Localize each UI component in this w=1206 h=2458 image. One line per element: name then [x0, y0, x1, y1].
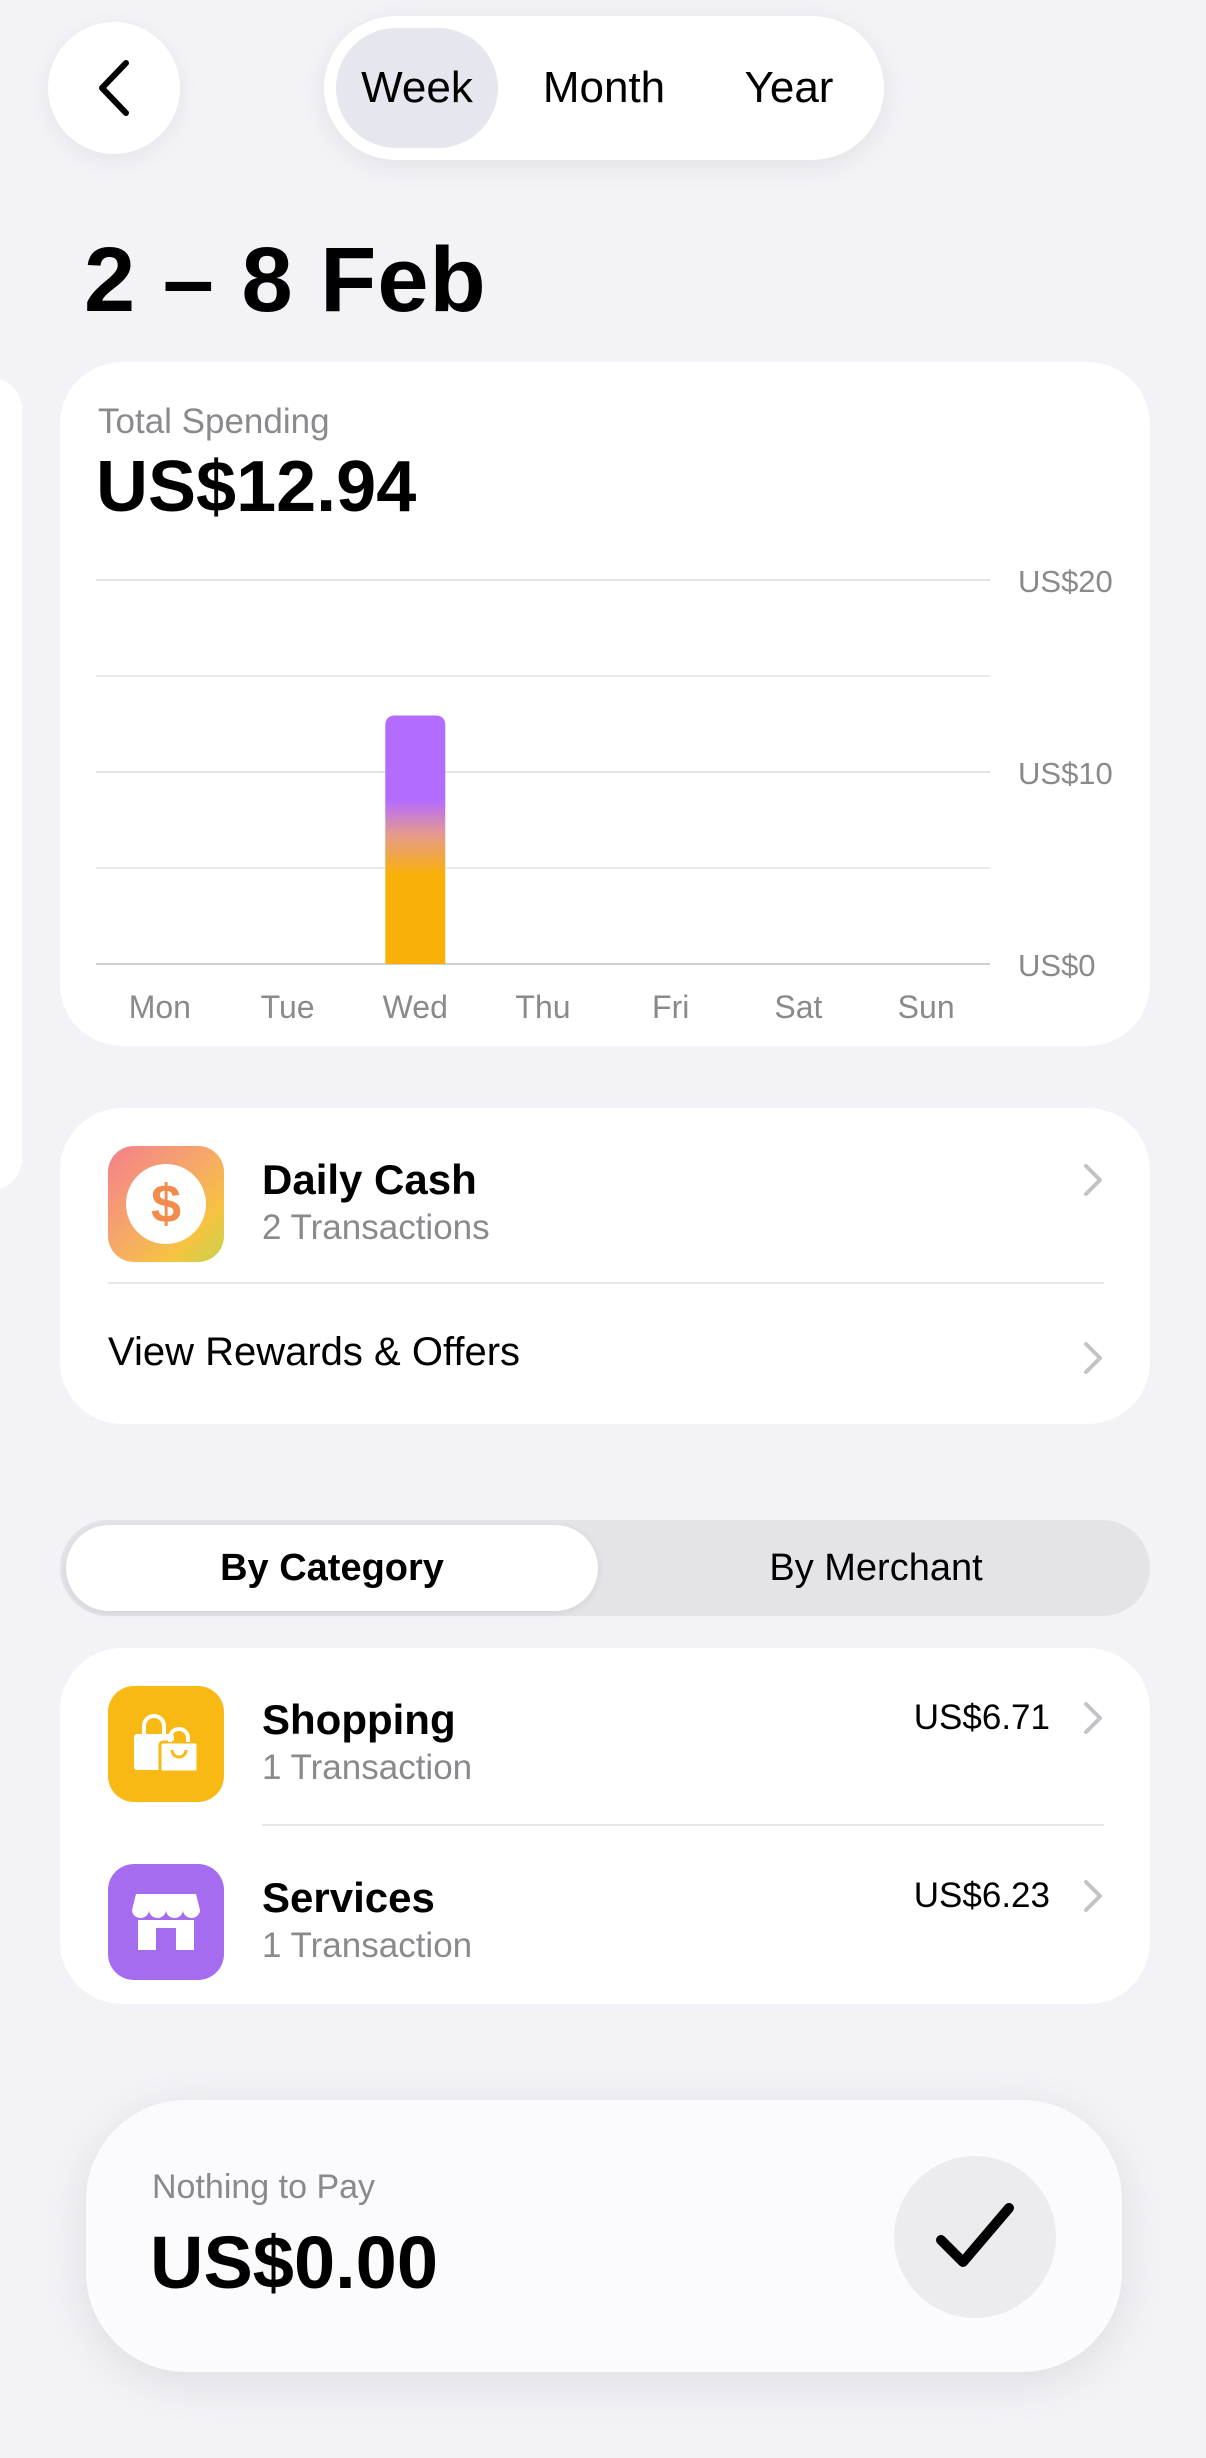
category-amount: US$6.23 [913, 1876, 1050, 1915]
tab-by-merchant[interactable]: By Merchant [608, 1525, 1144, 1611]
daily-cash-card: $ Daily Cash 2 Transactions View Rewards… [60, 1108, 1150, 1424]
chart-x-tick-label: Mon [129, 989, 191, 1025]
chart-bar-wed[interactable] [385, 715, 446, 964]
checkmark-icon [936, 2203, 1014, 2267]
total-spending-card[interactable]: Total Spending US$12.94 US$0 US$10 US$20 M… [60, 362, 1150, 1046]
category-subtitle: 1 Transaction [262, 1748, 473, 1787]
date-range-title: 2 – 8 Feb [84, 229, 487, 331]
chart-x-tick-label: Wed [383, 989, 448, 1025]
payment-card[interactable]: Nothing to Pay US$0.00 [86, 2100, 1122, 2372]
paid-check-button[interactable] [894, 2156, 1056, 2318]
category-list-card: Shopping 1 Transaction US$6.71 Services … [60, 1648, 1150, 2004]
category-amount: US$6.71 [913, 1698, 1050, 1737]
daily-cash-row[interactable] [60, 1108, 1150, 1282]
list-item-services[interactable]: Services 1 Transaction US$6.23 [60, 1826, 1150, 2004]
breakdown-segmented-control: By Category By Merchant [60, 1520, 1150, 1616]
chart-y-tick-label: US$10 [1018, 756, 1113, 791]
chart-x-tick-label: Thu [515, 989, 570, 1025]
back-button[interactable] [48, 22, 180, 154]
view-rewards-row[interactable] [60, 1284, 1150, 1424]
list-item-shopping[interactable]: Shopping 1 Transaction US$6.71 [60, 1648, 1150, 1824]
chevron-right-icon [1084, 1702, 1102, 1734]
chart-y-tick-label: US$0 [1018, 948, 1096, 983]
period-segmented-control: Week Month Year [324, 16, 884, 160]
category-title: Services [262, 1874, 435, 1921]
chevron-left-icon [99, 60, 129, 116]
chart-x-tick-label: Sun [898, 989, 955, 1025]
shopping-bag-icon [108, 1686, 224, 1802]
chart-y-tick-label: US$20 [1018, 564, 1113, 599]
chart-x-tick-label: Tue [261, 989, 315, 1025]
category-subtitle: 1 Transaction [262, 1926, 473, 1965]
payment-label: Nothing to Pay [152, 2168, 376, 2206]
tab-by-category[interactable]: By Category [66, 1525, 598, 1611]
spending-chart: US$0 US$10 US$20 Mon Tue Wed Thu Fri Sat Sun [96, 564, 1113, 1025]
storefront-icon [108, 1864, 224, 1980]
chart-x-tick-label: Fri [652, 989, 689, 1025]
chart-x-tick-label: Sat [774, 989, 822, 1025]
tab-year[interactable]: Year [714, 28, 864, 148]
chevron-right-icon [1084, 1880, 1102, 1912]
tab-month[interactable]: Month [514, 28, 694, 148]
category-title: Shopping [262, 1696, 456, 1743]
tab-week[interactable]: Week [336, 28, 498, 148]
payment-amount: US$0.00 [150, 2221, 438, 2304]
previous-period-card[interactable] [0, 378, 22, 1190]
